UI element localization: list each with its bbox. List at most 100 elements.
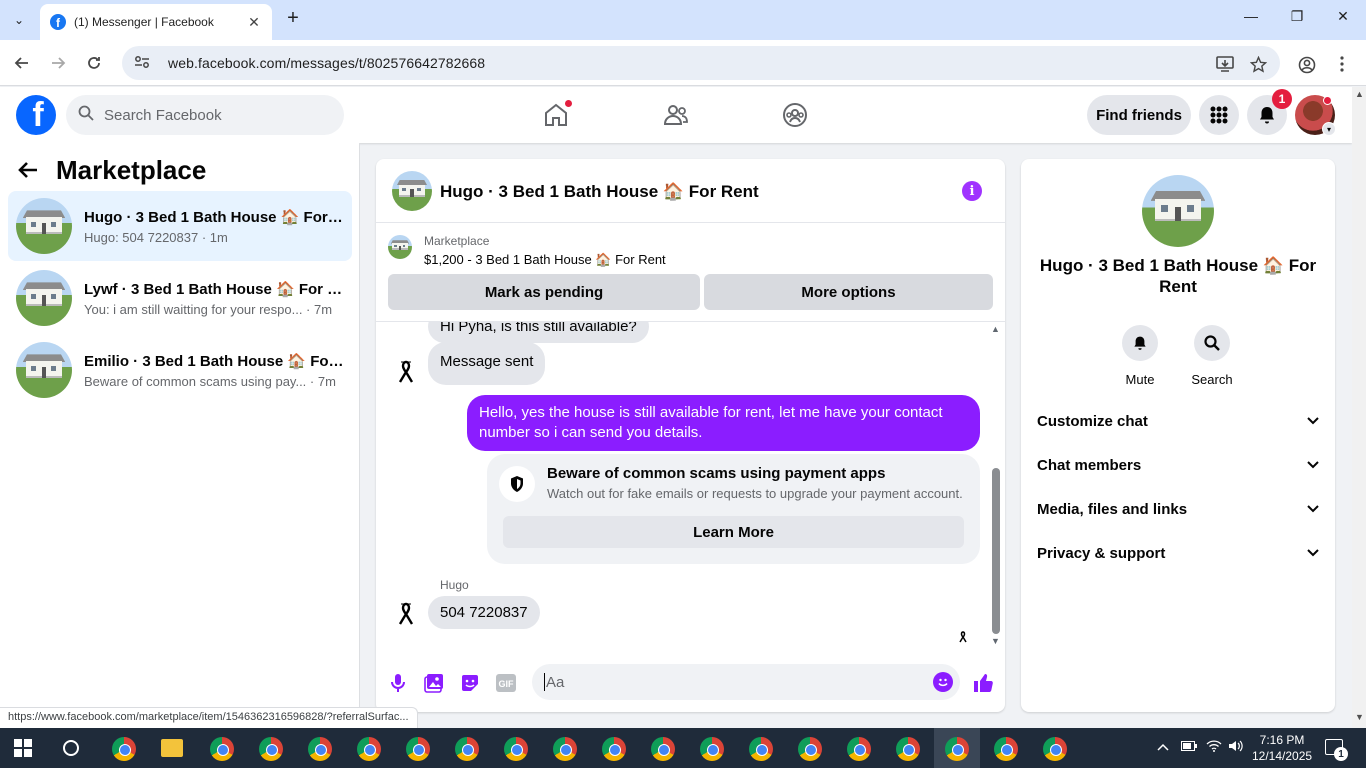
chrome-taskbar-icon[interactable]	[896, 737, 920, 761]
chrome-taskbar-icon[interactable]	[455, 737, 479, 761]
facebook-favicon-icon: f	[50, 14, 66, 30]
chat-avatar[interactable]	[392, 171, 432, 211]
chrome-taskbar-icon[interactable]	[700, 737, 724, 761]
svg-text:GIF: GIF	[499, 679, 515, 689]
minimize-button[interactable]: —	[1228, 8, 1274, 32]
message-scrollbar[interactable]: ▲ ▼	[990, 322, 1002, 649]
chrome-taskbar-icon[interactable]	[357, 737, 381, 761]
tab-search-chevron-icon[interactable]: ⌄	[6, 8, 32, 32]
mark-as-pending-button[interactable]: Mark as pending	[388, 274, 700, 310]
window-close-button[interactable]: ✕	[1320, 8, 1366, 32]
message-input-placeholder: Aa	[546, 673, 565, 691]
chrome-taskbar-icon[interactable]	[749, 737, 773, 761]
media-files-links-section[interactable]: Media, files and links	[1037, 497, 1319, 521]
network-icon[interactable]	[1206, 740, 1222, 755]
reload-icon[interactable]	[81, 50, 107, 76]
message-list[interactable]: Hi Pyha, is this still available? Messag…	[376, 321, 1005, 649]
chrome-taskbar-icon[interactable]	[1043, 737, 1067, 761]
install-app-icon[interactable]	[1216, 56, 1234, 76]
page-scroll-up-icon[interactable]: ▲	[1355, 89, 1364, 99]
conversation-item-hugo[interactable]: Hugo · 3 Bed 1 Bath House 🏠 For ... Hugo…	[8, 191, 352, 261]
maximize-button[interactable]: ❐	[1274, 8, 1320, 32]
windows-start-icon[interactable]	[14, 739, 32, 757]
listing-details[interactable]: $1,200 - 3 Bed 1 Bath House 🏠 For Rent	[424, 252, 666, 268]
thumbs-up-icon[interactable]	[971, 671, 995, 695]
bookmark-star-icon[interactable]	[1249, 55, 1268, 77]
emoji-icon[interactable]	[933, 672, 953, 692]
section-label: Customize chat	[1037, 412, 1148, 430]
more-options-button[interactable]: More options	[704, 274, 993, 310]
volume-icon[interactable]	[1228, 740, 1244, 755]
scrollbar-thumb[interactable]	[992, 468, 1000, 634]
search-in-conversation-button[interactable]: Search	[1180, 325, 1244, 387]
chrome-taskbar-icon-active[interactable]	[945, 737, 969, 761]
address-bar[interactable]: web.facebook.com/messages/t/802576642782…	[122, 46, 1280, 80]
chrome-taskbar-icon[interactable]	[798, 737, 822, 761]
chrome-taskbar-icon[interactable]	[651, 737, 675, 761]
chat-members-section[interactable]: Chat members	[1037, 453, 1319, 477]
taskbar-clock[interactable]: 7:16 PM 12/14/2025	[1252, 732, 1312, 764]
listing-thumbnail[interactable]	[388, 235, 412, 259]
back-arrow-icon[interactable]	[9, 50, 35, 76]
profile-icon[interactable]	[1298, 56, 1316, 78]
chrome-taskbar-icon[interactable]	[259, 737, 283, 761]
scroll-down-arrow-icon[interactable]: ▼	[991, 636, 1000, 646]
site-info-icon[interactable]	[134, 55, 152, 72]
sticker-icon[interactable]	[458, 671, 482, 695]
chrome-taskbar-icon[interactable]	[994, 737, 1018, 761]
browser-menu-icon[interactable]	[1340, 56, 1344, 76]
tray-chevron-up-icon[interactable]	[1157, 740, 1169, 754]
scroll-up-arrow-icon[interactable]: ▲	[991, 324, 1000, 334]
listing-avatar[interactable]	[1142, 175, 1214, 247]
facebook-logo[interactable]: f	[16, 95, 56, 135]
back-arrow-icon[interactable]	[18, 159, 38, 185]
chat-title[interactable]: Hugo · 3 Bed 1 Bath House 🏠 For Rent	[440, 182, 759, 202]
chrome-taskbar-icon[interactable]	[112, 737, 136, 761]
home-icon[interactable]	[540, 99, 573, 131]
browser-tab[interactable]: f (1) Messenger | Facebook ✕	[40, 4, 272, 40]
chrome-taskbar-icon[interactable]	[406, 737, 430, 761]
tab-close-icon[interactable]: ✕	[246, 14, 262, 31]
photo-gallery-icon[interactable]	[422, 671, 446, 695]
section-label: Privacy & support	[1037, 544, 1166, 562]
new-tab-button[interactable]: +	[282, 8, 304, 30]
chrome-taskbar-icon[interactable]	[553, 737, 577, 761]
chrome-taskbar-icon[interactable]	[504, 737, 528, 761]
sidebar-title: Marketplace	[56, 155, 207, 185]
battery-icon[interactable]	[1181, 740, 1197, 754]
chat-panel: Hugo · 3 Bed 1 Bath House 🏠 For Rent i M…	[376, 159, 1005, 712]
find-friends-button[interactable]: Find friends	[1087, 95, 1191, 135]
file-explorer-icon[interactable]	[161, 739, 183, 757]
privacy-support-section[interactable]: Privacy & support	[1037, 541, 1319, 565]
account-chevron-down-icon[interactable]: ▾	[1322, 122, 1336, 136]
url-text: web.facebook.com/messages/t/802576642782…	[168, 55, 486, 71]
microphone-icon[interactable]	[386, 671, 410, 695]
groups-icon[interactable]	[779, 99, 811, 131]
friends-icon[interactable]	[660, 99, 692, 131]
facebook-search-input[interactable]: Search Facebook	[66, 95, 344, 135]
page-scrollbar[interactable]: ▲ ▼	[1352, 87, 1366, 728]
conversation-item-emilio[interactable]: Emilio · 3 Bed 1 Bath House 🏠 For... Bew…	[8, 335, 352, 405]
message-bubble-incoming: Hi Pyha, is this still available?	[428, 322, 649, 343]
page-scroll-down-icon[interactable]: ▼	[1355, 712, 1364, 722]
chrome-taskbar-icon[interactable]	[847, 737, 871, 761]
learn-more-button[interactable]: Learn More	[503, 516, 964, 548]
browser-toolbar: web.facebook.com/messages/t/802576642782…	[0, 40, 1366, 86]
chrome-taskbar-icon[interactable]	[210, 737, 234, 761]
forward-arrow-icon[interactable]	[45, 50, 71, 76]
home-notification-dot	[564, 99, 573, 108]
conversation-name: Lywf · 3 Bed 1 Bath House 🏠 For R...	[84, 280, 344, 298]
seen-receipt-icon	[956, 630, 970, 644]
message-input[interactable]: Aa	[532, 664, 960, 700]
gif-icon[interactable]: GIF	[494, 671, 518, 695]
conversation-item-lywf[interactable]: Lywf · 3 Bed 1 Bath House 🏠 For R... You…	[8, 263, 352, 333]
chrome-taskbar-icon[interactable]	[602, 737, 626, 761]
message-sent-bubble: Message sent	[428, 342, 546, 385]
cortana-search-icon[interactable]	[63, 740, 79, 756]
info-icon[interactable]: i	[962, 181, 982, 201]
menu-grid-icon[interactable]	[1199, 95, 1239, 135]
customize-chat-section[interactable]: Customize chat	[1037, 409, 1319, 433]
clock-date: 12/14/2025	[1252, 749, 1313, 763]
chrome-taskbar-icon[interactable]	[308, 737, 332, 761]
mute-button[interactable]: Mute	[1108, 325, 1172, 387]
